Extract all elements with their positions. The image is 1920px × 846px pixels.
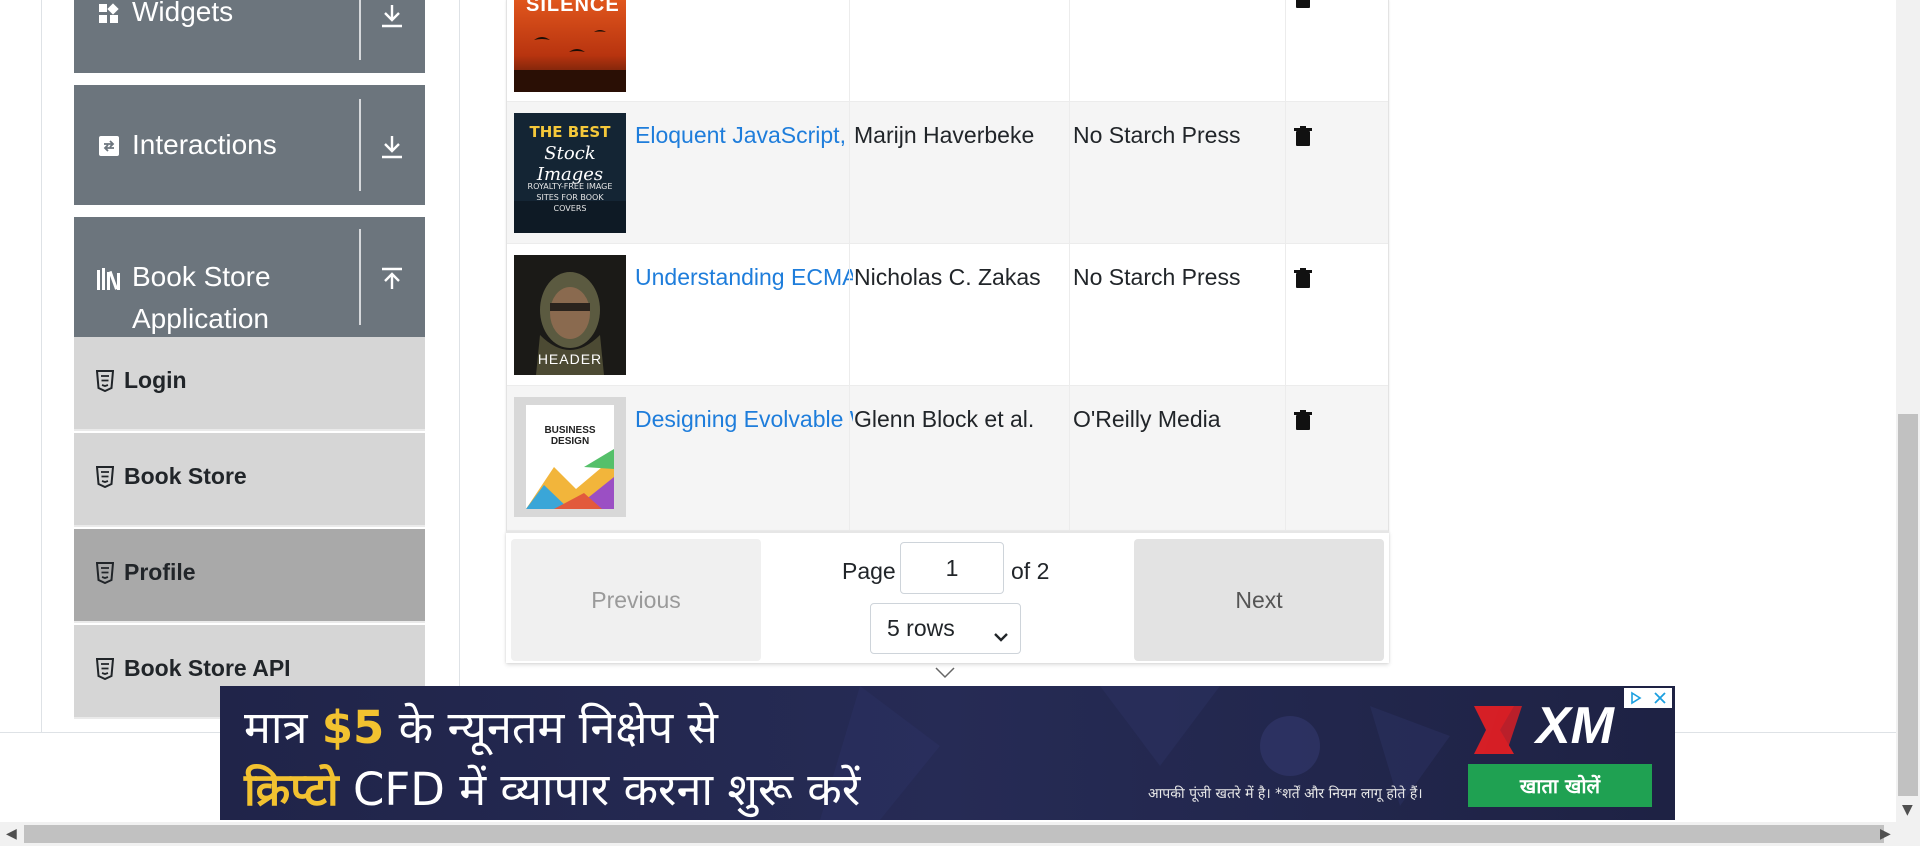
- book-title-link[interactable]: Eloquent JavaScript, Second Edition: [635, 122, 853, 149]
- sidebar-item-label: Profile: [124, 559, 196, 585]
- download-arrow-icon[interactable]: [374, 0, 410, 34]
- column-divider: [849, 386, 850, 531]
- books-icon: [96, 267, 124, 290]
- sidebar-item-profile[interactable]: Profile: [74, 529, 425, 623]
- content-border: [459, 0, 460, 733]
- ad-brand: XM: [1536, 697, 1614, 755]
- close-icon[interactable]: [1648, 688, 1672, 708]
- page-number-input[interactable]: [900, 542, 1004, 594]
- trash-icon[interactable]: [1294, 410, 1314, 432]
- table-row: SILENCE: [507, 0, 1388, 102]
- book-cover-image: THE BEST Stock Images ROYALTY-FREE IMAGE…: [514, 113, 626, 233]
- trash-icon[interactable]: [1294, 268, 1314, 290]
- previous-button[interactable]: Previous: [511, 539, 761, 661]
- open-account-button[interactable]: खाता खोलें: [1468, 764, 1652, 807]
- group-divider: [359, 99, 361, 191]
- html5-icon: [95, 658, 115, 681]
- column-divider: [849, 0, 850, 102]
- sidebar-item-label: Book Store: [124, 463, 247, 489]
- html5-icon: [95, 466, 115, 489]
- vertical-scrollbar[interactable]: ▼: [1896, 0, 1920, 822]
- column-divider: [1069, 102, 1070, 244]
- html5-icon: [95, 370, 115, 393]
- ad-crypto-word: क्रिप्टो: [244, 763, 339, 816]
- book-title-link[interactable]: Designing Evolvable Web APIs with ASP.NE…: [635, 406, 853, 433]
- column-divider: [1285, 0, 1286, 102]
- group-title-interactions: Interactions: [132, 129, 277, 160]
- column-divider: [1069, 244, 1070, 386]
- ad-headline-text: के न्यूनतम निक्षेप से: [384, 701, 718, 754]
- horizontal-scrollbar[interactable]: ◀ ▶: [0, 822, 1920, 846]
- column-divider: [849, 244, 850, 386]
- advertisement-banner[interactable]: मात्र $5 के न्यूनतम निक्षेप से क्रिप्टो …: [220, 686, 1675, 820]
- html5-icon: [95, 562, 115, 585]
- column-divider: [1069, 386, 1070, 531]
- book-cover-image: HEADER: [514, 255, 626, 375]
- book-cover-image: BUSINESS DESIGN: [514, 397, 626, 517]
- book-author: Glenn Block et al.: [854, 406, 1035, 432]
- group-title-widgets: Widgets: [132, 0, 234, 27]
- group-divider: [359, 229, 361, 325]
- ad-headline-line1: मात्र $5 के न्यूनतम निक्षेप से: [244, 696, 718, 757]
- scroll-left-arrow-icon[interactable]: ◀: [6, 826, 17, 842]
- column-divider: [1285, 102, 1286, 244]
- ad-headline-text: CFD में व्यापार करना शुरू करें: [338, 763, 861, 816]
- column-divider: [1285, 244, 1286, 386]
- group-divider: [359, 0, 361, 60]
- rows-per-page-select[interactable]: 5 rows: [870, 603, 1021, 654]
- chevron-down-icon[interactable]: [935, 666, 955, 684]
- group-header-book-store-application[interactable]: Book Store Application: [74, 217, 425, 337]
- sidebar-item-login[interactable]: Login: [74, 337, 425, 431]
- ad-disclaimer: आपकी पूंजी खतरे में है। *शर्तें और नियम …: [1148, 786, 1423, 802]
- book-publisher: O'Reilly Media: [1073, 406, 1221, 432]
- scroll-right-arrow-icon[interactable]: ▶: [1880, 826, 1891, 842]
- group-title-book-store-line1: Book Store: [132, 261, 271, 292]
- group-title-book-store-line2: Application: [132, 303, 269, 334]
- book-cover-image: SILENCE: [514, 0, 626, 92]
- book-cover-subtitle: ROYALTY-FREE IMAGE SITES FOR BOOK COVERS: [527, 182, 613, 213]
- trash-icon[interactable]: [1294, 126, 1314, 148]
- table-row: HEADER Understanding ECMAScript 6 Nichol…: [507, 244, 1388, 386]
- page: Widgets Interactions Book Store Applicat…: [0, 0, 1920, 846]
- book-author: Nicholas C. Zakas: [854, 264, 1041, 290]
- pagination-bar: Previous Page of 2 5 rows Next: [506, 531, 1389, 663]
- download-arrow-icon[interactable]: [374, 129, 410, 165]
- adchoices-icon[interactable]: [1624, 688, 1648, 708]
- trash-icon[interactable]: [1294, 0, 1314, 10]
- ad-headline-line2: क्रिप्टो CFD में व्यापार करना शुरू करें: [244, 758, 860, 819]
- rows-per-page-value: 5 rows: [887, 615, 955, 641]
- left-container-border: [41, 0, 42, 733]
- book-publisher: No Starch Press: [1073, 264, 1241, 290]
- book-title-link[interactable]: Understanding ECMAScript 6: [635, 264, 853, 291]
- table-row: BUSINESS DESIGN Designing Evolvable Web …: [507, 386, 1388, 531]
- column-divider: [1285, 386, 1286, 531]
- book-cover-script: Stock Images: [536, 143, 604, 185]
- chevron-down-icon: [994, 621, 1008, 648]
- table-row: THE BEST Stock Images ROYALTY-FREE IMAGE…: [507, 102, 1388, 244]
- book-cover-text: HEADER: [537, 351, 603, 367]
- ad-amount: $5: [321, 701, 385, 754]
- ad-headline-text: मात्र: [244, 701, 322, 754]
- sidebar-item-book-store[interactable]: Book Store: [74, 433, 425, 527]
- column-divider: [1069, 0, 1070, 102]
- group-header-widgets[interactable]: Widgets: [74, 0, 425, 73]
- book-cover-text: THE BEST: [529, 123, 611, 141]
- next-button[interactable]: Next: [1134, 539, 1384, 661]
- widgets-icon: [98, 3, 120, 25]
- upload-arrow-icon[interactable]: [374, 261, 410, 297]
- book-publisher: No Starch Press: [1073, 122, 1241, 148]
- interactions-icon: [98, 135, 120, 157]
- sidebar-item-label: Book Store API: [124, 655, 291, 681]
- vertical-scrollbar-thumb[interactable]: [1898, 414, 1918, 796]
- book-cover-text: BUSINESS DESIGN: [544, 425, 596, 447]
- sidebar-item-label: Login: [124, 367, 187, 393]
- book-cover-text: SILENCE: [526, 0, 620, 16]
- scroll-down-arrow-icon[interactable]: ▼: [1902, 802, 1913, 818]
- page-label: Page: [842, 558, 896, 584]
- column-divider: [849, 102, 850, 244]
- group-header-interactions[interactable]: Interactions: [74, 85, 425, 205]
- book-author: Marijn Haverbeke: [854, 122, 1035, 148]
- horizontal-scrollbar-thumb[interactable]: [24, 825, 1884, 843]
- page-total: of 2: [1011, 558, 1050, 584]
